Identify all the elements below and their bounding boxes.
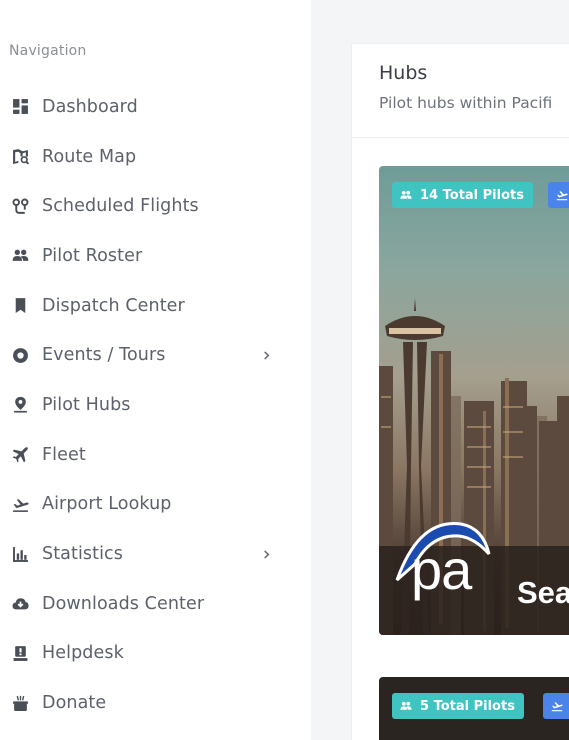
flights-badge xyxy=(548,182,569,208)
airplane-icon xyxy=(10,445,30,465)
total-pilots-label: 14 Total Pilots xyxy=(420,187,524,203)
sidebar-item-label: Donate xyxy=(42,693,107,714)
airplane-takeoff-icon xyxy=(551,702,563,712)
sidebar-item-statistics[interactable]: Statistics xyxy=(0,529,311,579)
card-header: Hubs Pilot hubs within Pacifi xyxy=(352,44,569,138)
sidebar-item-label: Statistics xyxy=(42,544,123,565)
dashboard-icon xyxy=(10,97,30,117)
total-pilots-badge: 5 Total Pilots xyxy=(392,693,524,719)
people-icon xyxy=(400,701,412,710)
hub-logo: pa xyxy=(411,538,472,601)
sidebar-item-dispatch-center[interactable]: Dispatch Center xyxy=(0,281,311,331)
sidebar-item-fleet[interactable]: Fleet xyxy=(0,430,311,480)
sidebar-item-route-map[interactable]: Route Map xyxy=(0,132,311,182)
total-pilots-badge: 14 Total Pilots xyxy=(392,182,533,208)
sidebar-item-label: Fleet xyxy=(42,444,86,465)
sidebar-item-label: Downloads Center xyxy=(42,593,205,614)
people-icon xyxy=(10,246,30,266)
sidebar-item-pilot-hubs[interactable]: Pilot Hubs xyxy=(0,380,311,430)
hubs-card: Hubs Pilot hubs within Pacifi 14 Total P… xyxy=(351,43,569,740)
bookmark-icon xyxy=(10,296,30,316)
support-icon xyxy=(10,643,30,663)
people-icon xyxy=(400,190,412,199)
sidebar-item-helpdesk[interactable]: Helpdesk xyxy=(0,629,311,679)
sidebar-item-label: Dispatch Center xyxy=(42,295,185,316)
hub-city-name: Sea xyxy=(517,575,569,610)
record-icon xyxy=(10,345,30,365)
bar-chart-icon xyxy=(10,544,30,564)
sidebar-heading: Navigation xyxy=(9,43,87,59)
sidebar-item-label: Pilot Hubs xyxy=(42,394,131,415)
sidebar-item-dashboard[interactable]: Dashboard xyxy=(0,82,311,132)
sidebar-item-downloads-center[interactable]: Downloads Center xyxy=(0,579,311,629)
scheduled-flights-icon xyxy=(10,196,30,216)
sidebar-item-label: Events / Tours xyxy=(42,345,166,366)
sidebar-item-label: Route Map xyxy=(42,146,137,167)
sidebar-item-donate[interactable]: Donate xyxy=(0,678,311,728)
donate-icon xyxy=(10,693,30,713)
route-map-icon xyxy=(10,147,30,167)
flights-badge xyxy=(543,693,569,719)
sidebar-item-airport-lookup[interactable]: Airport Lookup xyxy=(0,480,311,530)
nav-list: Dashboard Route Map Scheduled Flights Pi… xyxy=(0,82,311,728)
sidebar-item-label: Helpdesk xyxy=(42,643,124,664)
sidebar-item-scheduled-flights[interactable]: Scheduled Flights xyxy=(0,181,311,231)
sidebar-item-label: Dashboard xyxy=(42,96,138,117)
sidebar-item-label: Pilot Roster xyxy=(42,245,143,266)
hub-image xyxy=(379,298,569,635)
airplane-takeoff-icon xyxy=(10,494,30,514)
location-pin-icon xyxy=(10,395,30,415)
sidebar-item-label: Airport Lookup xyxy=(42,494,172,515)
page-subtitle: Pilot hubs within Pacifi xyxy=(379,94,553,112)
sidebar-item-events-tours[interactable]: Events / Tours xyxy=(0,330,311,380)
hub-card-second[interactable]: 5 Total Pilots xyxy=(379,677,569,740)
total-pilots-label: 5 Total Pilots xyxy=(420,698,515,714)
chevron-right-icon xyxy=(261,549,271,559)
page-title: Hubs xyxy=(379,62,428,84)
sidebar-item-pilot-roster[interactable]: Pilot Roster xyxy=(0,231,311,281)
airplane-takeoff-icon xyxy=(556,191,568,201)
cloud-download-icon xyxy=(10,594,30,614)
sidebar: Navigation Dashboard Route Map Scheduled… xyxy=(0,0,311,740)
hub-card-seattle[interactable]: 14 Total Pilots pa Sea xyxy=(379,166,569,635)
sidebar-item-label: Scheduled Flights xyxy=(42,196,199,217)
chevron-right-icon xyxy=(261,350,271,360)
